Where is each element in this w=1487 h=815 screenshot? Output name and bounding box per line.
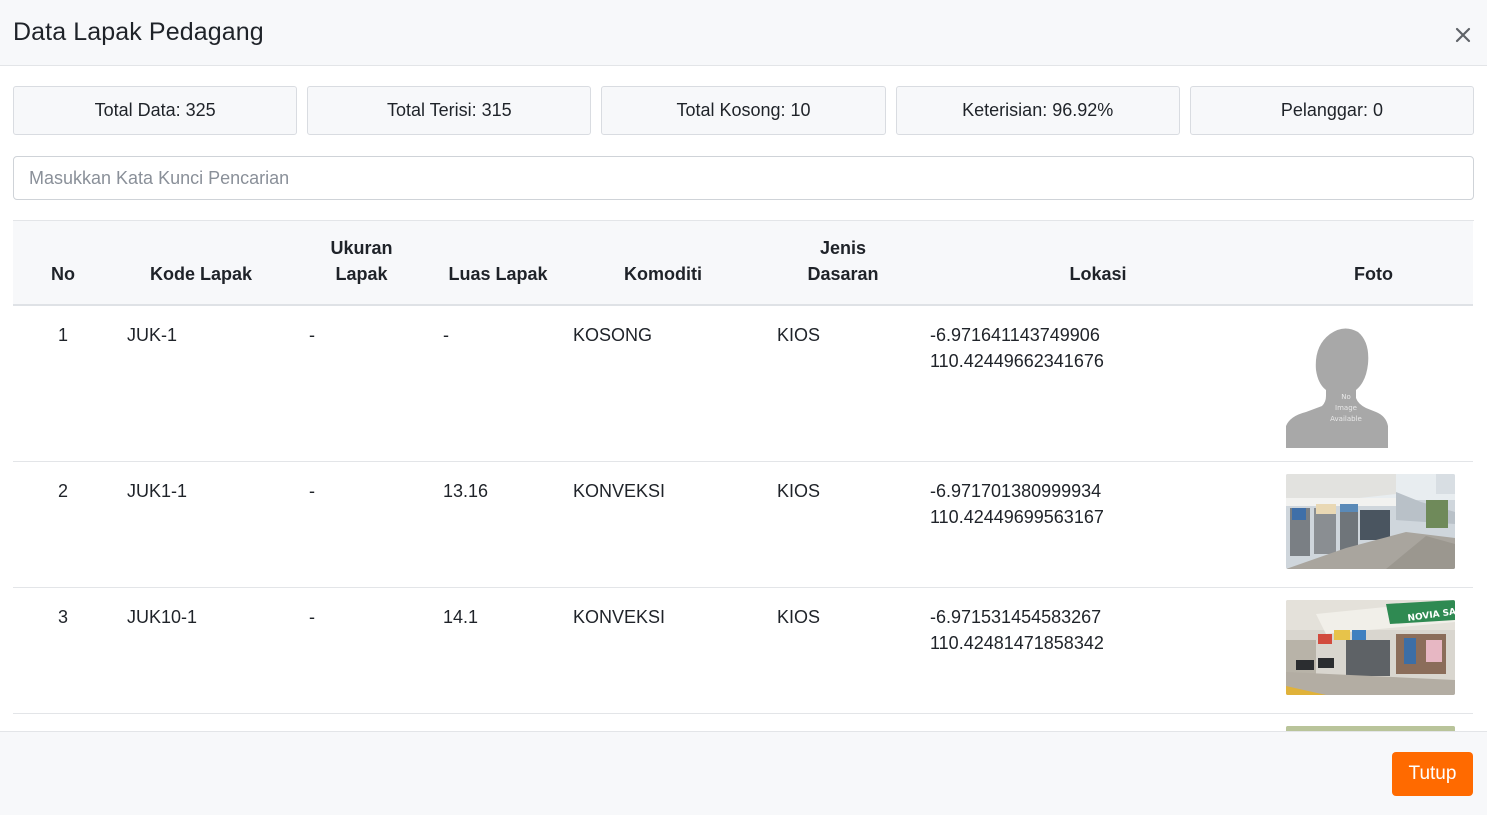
cell-jenis-dasaran: KIOS — [764, 587, 922, 714]
cell-luas-lapak: 14.1 — [434, 587, 562, 714]
cell-lokasi: -6.971641143749906 110.42449662341676 — [922, 305, 1274, 462]
longitude: 110.42481471858342 — [930, 632, 1104, 653]
svg-text:Available: Available — [1330, 415, 1362, 423]
cell-no: 3 — [13, 587, 113, 714]
cell-jenis-dasaran: KIOS — [764, 305, 922, 462]
table-header-row: No Kode Lapak Ukuran Lapak Luas Lapak Kom… — [13, 221, 1473, 306]
longitude: 110.42449662341676 — [930, 351, 1104, 371]
modal-body: Total Data: 325 Total Terisi: 315 Total … — [0, 66, 1487, 731]
latitude: -6.971641143749906 — [930, 325, 1100, 345]
cell-kode-lapak: JUK-1 — [113, 305, 289, 462]
close-icon — [1455, 27, 1471, 42]
header-jenis-dasaran[interactable]: Jenis Dasaran — [764, 221, 922, 306]
latitude: -6.971531454583267 — [930, 606, 1102, 627]
modal-footer: Tutup — [0, 731, 1487, 815]
stat-keterisian: Keterisian: 96.92% — [895, 86, 1180, 135]
no-image-placeholder[interactable]: No Image Available — [1286, 326, 1388, 448]
header-lokasi[interactable]: Lokasi — [922, 221, 1274, 306]
cell-foto — [1274, 713, 1473, 731]
stats-bar: Total Data: 325 Total Terisi: 315 Total … — [13, 86, 1475, 135]
header-no[interactable]: No — [13, 221, 113, 306]
cell-ukuran-lapak: - — [289, 587, 434, 714]
cell-luas-lapak: 13.16 — [434, 461, 562, 588]
cell-no: 2 — [13, 461, 113, 588]
cell-lokasi: -6.971531454583267 110.42481471858342 — [922, 587, 1274, 714]
cell-komoditi: KONVEKSI — [562, 587, 764, 714]
cell-ukuran-lapak: - — [289, 305, 434, 462]
cell-luas-lapak: - — [434, 305, 562, 462]
stat-total-data: Total Data: 325 — [13, 86, 298, 135]
modal-header: Data Lapak Pedagang — [0, 0, 1487, 66]
cell-no: 1 — [13, 305, 113, 462]
close-button[interactable] — [1448, 20, 1478, 50]
lapak-photo[interactable]: NOVIA SARI — [1286, 599, 1455, 695]
lapak-table-container[interactable]: No Kode Lapak Ukuran Lapak Luas Lapak Kom… — [13, 220, 1474, 731]
tutup-button[interactable]: Tutup — [1392, 752, 1473, 796]
header-ukuran-lapak[interactable]: Ukuran Lapak — [289, 221, 434, 306]
latitude: -6.971701380999934 — [930, 480, 1102, 501]
modal-dialog: Data Lapak Pedagang Total Data: 325 Tota… — [0, 0, 1487, 815]
header-foto: Foto — [1274, 221, 1473, 306]
svg-text:No: No — [1341, 393, 1351, 401]
table-row: 1 JUK-1 - - KOSONG KIOS -6.9716411437499… — [13, 305, 1473, 462]
header-komoditi[interactable]: Komoditi — [562, 221, 764, 306]
cell-kode-lapak: JUK1-1 — [113, 461, 289, 588]
stat-total-kosong: Total Kosong: 10 — [601, 86, 886, 135]
cell-jenis-dasaran: KIOS — [764, 461, 922, 588]
stat-pelanggar: Pelanggar: 0 — [1189, 86, 1475, 135]
cell-ukuran-lapak: - — [289, 461, 434, 588]
header-luas-lapak[interactable]: Luas Lapak — [434, 221, 562, 306]
cell-foto: NOVIA SARI — [1274, 587, 1473, 714]
search-input[interactable] — [13, 156, 1474, 200]
table-row: 2 JUK1-1 - 13.16 KONVEKSI KIOS -6.971701… — [13, 461, 1473, 588]
cell-lokasi: -6.971701380999934 110.42449699563167 — [922, 461, 1274, 588]
lapak-table: No Kode Lapak Ukuran Lapak Luas Lapak Kom… — [13, 221, 1473, 731]
modal-title: Data Lapak Pedagang — [13, 18, 264, 46]
cell-komoditi: KONVEKSI — [562, 461, 764, 588]
header-kode-lapak[interactable]: Kode Lapak — [113, 221, 289, 306]
cell-kode-lapak: JUK10-1 — [113, 587, 289, 714]
cell-foto: No Image Available — [1274, 305, 1473, 462]
svg-text:Image: Image — [1335, 404, 1357, 412]
lapak-photo[interactable] — [1286, 473, 1455, 569]
stat-total-terisi: Total Terisi: 315 — [307, 86, 592, 135]
longitude: 110.42449699563167 — [930, 506, 1104, 527]
cell-foto — [1274, 461, 1473, 588]
cell-komoditi: KOSONG — [562, 305, 764, 462]
table-row: 3 JUK10-1 - 14.1 KONVEKSI KIOS -6.971531… — [13, 587, 1473, 714]
table-row — [13, 713, 1473, 731]
